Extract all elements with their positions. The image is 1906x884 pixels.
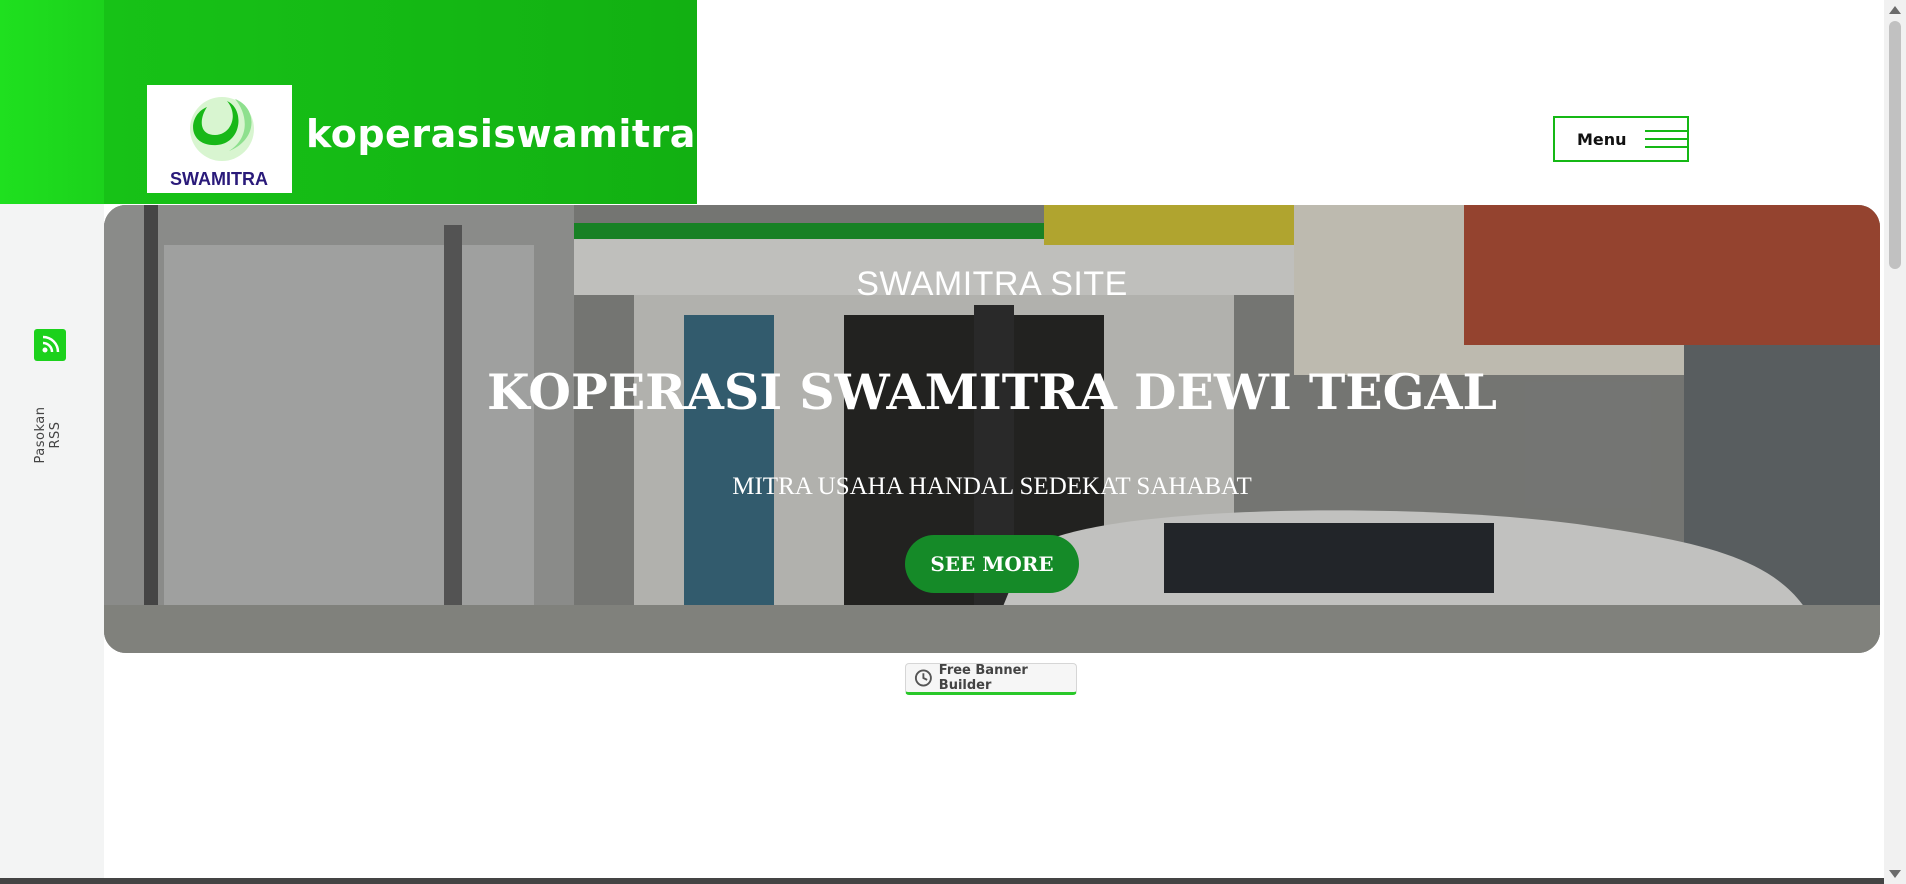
see-more-button[interactable]: SEE MORE	[905, 535, 1079, 593]
scroll-thumb[interactable]	[1889, 21, 1901, 269]
rss-label[interactable]: Pasokan RSS	[33, 395, 63, 475]
scroll-down-icon[interactable]	[1889, 870, 1901, 878]
banner-builder-label: Free Banner Builder	[938, 663, 1028, 693]
hamburger-icon	[1644, 126, 1689, 152]
banner-kicker: SWAMITRA SITE	[856, 265, 1128, 303]
scrollbar[interactable]	[1884, 0, 1906, 884]
banner-title: KOPERASI SWAMITRA DEWI TEGAL	[487, 363, 1497, 421]
banner-subtitle: MITRA USAHA HANDAL SEDEKAT SAHABAT	[732, 473, 1252, 500]
site-logo[interactable]: SWAMITRA	[147, 85, 292, 193]
scroll-up-icon[interactable]	[1889, 6, 1901, 14]
window-bottom-edge	[0, 878, 1884, 884]
site-name[interactable]: koperasiswamitra	[306, 112, 696, 156]
banner-builder-icon	[914, 669, 932, 687]
free-banner-builder-badge[interactable]: Free Banner Builder	[905, 663, 1077, 695]
menu-label: Menu	[1577, 129, 1627, 149]
svg-text:SWAMITRA: SWAMITRA	[170, 169, 268, 189]
hero-banner: SWAMITRA SITE KOPERASI SWAMITRA DEWI TEG…	[104, 205, 1880, 653]
rss-icon[interactable]	[34, 329, 66, 361]
menu-button[interactable]: Menu	[1553, 116, 1689, 162]
